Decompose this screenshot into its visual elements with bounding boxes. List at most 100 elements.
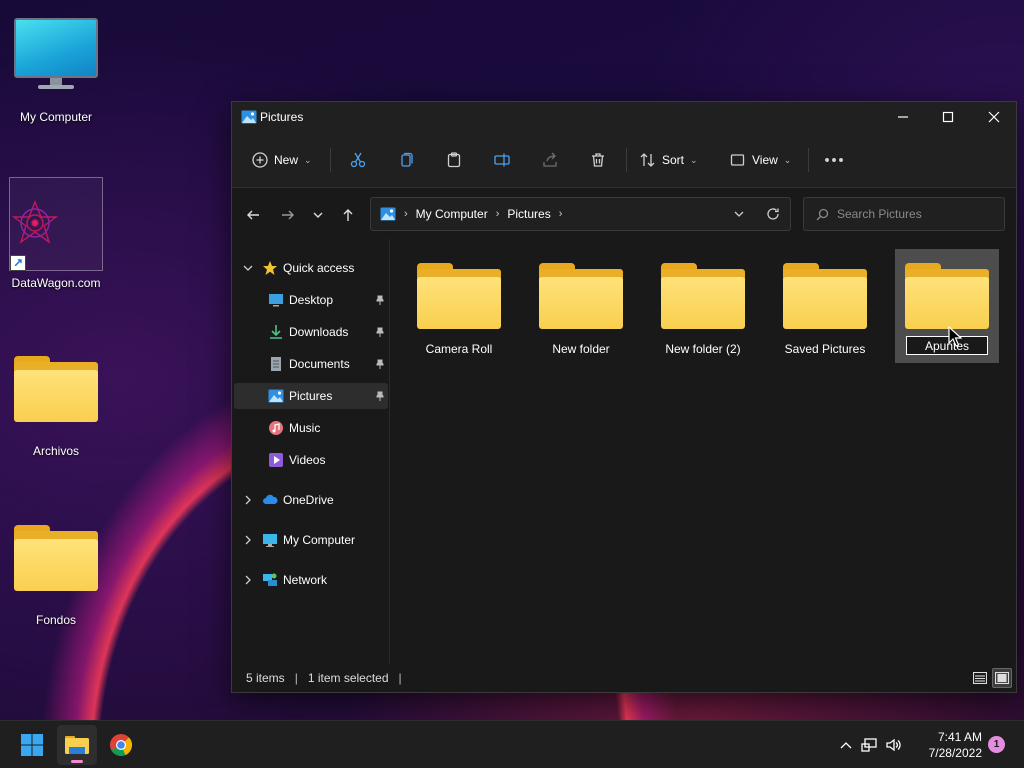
close-button[interactable] bbox=[971, 102, 1017, 132]
nav-network[interactable]: Network bbox=[234, 567, 388, 593]
download-icon bbox=[270, 325, 282, 339]
command-bar: New ⌄ Sort ⌄ View ⌄ bbox=[232, 132, 1016, 188]
forward-button[interactable] bbox=[276, 203, 300, 227]
nav-item-videos[interactable]: Videos bbox=[234, 447, 388, 473]
desktop-icon-my-computer[interactable]: My Computer bbox=[8, 18, 104, 124]
shortcut-arrow-icon: ↗ bbox=[10, 255, 26, 271]
divider bbox=[626, 148, 627, 172]
clipboard-icon bbox=[447, 152, 461, 168]
back-button[interactable] bbox=[241, 203, 265, 227]
search-box[interactable] bbox=[803, 197, 1005, 231]
large-icons-view-icon bbox=[995, 672, 1009, 684]
network-icon bbox=[263, 573, 277, 586]
status-divider: | bbox=[398, 671, 402, 685]
folder-item-selected[interactable] bbox=[895, 249, 999, 363]
view-toggle bbox=[970, 668, 1012, 688]
large-icons-view-button[interactable] bbox=[992, 668, 1012, 688]
nav-item-music[interactable]: Music bbox=[234, 415, 388, 441]
mouse-cursor-icon bbox=[948, 326, 962, 347]
monitor-icon bbox=[263, 534, 277, 547]
copy-button[interactable] bbox=[392, 144, 420, 176]
chevron-right-icon[interactable] bbox=[242, 534, 254, 546]
chevron-right-icon[interactable] bbox=[242, 574, 254, 586]
folder-item[interactable]: New folder bbox=[529, 249, 633, 363]
folder-name: New folder (2) bbox=[665, 342, 741, 356]
cut-button[interactable] bbox=[344, 144, 372, 176]
arrow-up-icon bbox=[343, 209, 353, 221]
delete-button[interactable] bbox=[584, 144, 612, 176]
pictures-icon bbox=[380, 207, 396, 221]
breadcrumb-my-computer[interactable]: My Computer bbox=[416, 207, 488, 221]
chevron-down-icon: ⌄ bbox=[783, 154, 792, 165]
video-icon bbox=[269, 453, 283, 467]
notification-badge[interactable]: 1 bbox=[988, 736, 1005, 753]
volume-icon bbox=[886, 738, 901, 752]
desktop-icon-fondos[interactable]: Fondos bbox=[8, 525, 104, 627]
up-button[interactable] bbox=[336, 203, 360, 227]
nav-label: Network bbox=[283, 573, 328, 587]
network-status-button[interactable] bbox=[856, 738, 882, 752]
more-options-button[interactable] bbox=[818, 144, 850, 176]
status-divider: | bbox=[294, 671, 298, 685]
folder-icon bbox=[417, 263, 501, 329]
network-wired-icon bbox=[861, 738, 877, 752]
nav-label: Quick access bbox=[283, 261, 355, 275]
file-explorer-taskbar-button[interactable] bbox=[57, 725, 97, 765]
nav-item-documents[interactable]: Documents bbox=[234, 351, 388, 377]
arrow-left-icon bbox=[247, 210, 259, 220]
nav-label: Pictures bbox=[289, 389, 333, 403]
breadcrumb-separator-icon[interactable]: › bbox=[496, 208, 500, 220]
recent-locations-button[interactable] bbox=[306, 203, 330, 227]
maximize-button[interactable] bbox=[925, 102, 971, 132]
address-bar[interactable]: › My Computer › Pictures › bbox=[370, 197, 791, 231]
refresh-button[interactable] bbox=[756, 198, 790, 230]
pin-icon[interactable] bbox=[374, 359, 384, 369]
chrome-taskbar-button[interactable] bbox=[101, 725, 141, 765]
folder-item[interactable]: Camera Roll bbox=[407, 249, 511, 363]
pin-icon[interactable] bbox=[374, 327, 384, 337]
nav-my-computer[interactable]: My Computer bbox=[234, 527, 388, 553]
details-view-button[interactable] bbox=[970, 668, 990, 688]
chevron-down-icon[interactable] bbox=[242, 262, 254, 274]
chevron-right-icon[interactable] bbox=[242, 494, 254, 506]
title-bar[interactable]: Pictures bbox=[232, 102, 1016, 132]
rename-button[interactable] bbox=[488, 144, 516, 176]
folder-item[interactable]: New folder (2) bbox=[651, 249, 755, 363]
folder-icon bbox=[14, 356, 98, 424]
clock[interactable]: 7:41 AM 7/28/2022 bbox=[912, 729, 982, 761]
start-button[interactable] bbox=[12, 725, 52, 765]
pin-icon[interactable] bbox=[374, 295, 384, 305]
paste-button[interactable] bbox=[440, 144, 468, 176]
status-bar: 5 items | 1 item selected | bbox=[232, 664, 1016, 692]
minimize-button[interactable] bbox=[880, 102, 926, 132]
nav-quick-access[interactable]: Quick access bbox=[234, 255, 388, 281]
new-button[interactable]: New ⌄ bbox=[246, 144, 318, 176]
breadcrumb-pictures[interactable]: Pictures bbox=[507, 207, 550, 221]
nav-onedrive[interactable]: OneDrive bbox=[234, 487, 388, 513]
datawagon-logo-icon bbox=[11, 200, 59, 244]
desktop-icon-label: Archivos bbox=[32, 444, 79, 458]
volume-button[interactable] bbox=[882, 738, 906, 752]
view-button[interactable]: View ⌄ bbox=[724, 144, 797, 176]
chevron-up-icon bbox=[840, 742, 852, 749]
new-label: New bbox=[274, 153, 299, 167]
copy-icon bbox=[401, 152, 413, 167]
nav-item-pictures[interactable]: Pictures bbox=[234, 383, 388, 409]
nav-item-downloads[interactable]: Downloads bbox=[234, 319, 388, 345]
pin-icon[interactable] bbox=[374, 391, 384, 401]
share-button[interactable] bbox=[536, 144, 564, 176]
show-hidden-icons-button[interactable] bbox=[836, 741, 856, 749]
minimize-icon bbox=[898, 116, 908, 118]
chrome-icon bbox=[110, 734, 132, 756]
cloud-icon bbox=[263, 494, 278, 504]
monitor-icon bbox=[14, 18, 98, 92]
folder-item[interactable]: Saved Pictures bbox=[773, 249, 877, 363]
rename-input[interactable] bbox=[906, 336, 988, 355]
search-input[interactable] bbox=[837, 207, 997, 221]
sort-button[interactable]: Sort ⌄ bbox=[634, 144, 704, 176]
breadcrumb-separator-icon[interactable]: › bbox=[559, 208, 563, 220]
desktop-icon-archivos[interactable]: Archivos bbox=[8, 356, 104, 458]
desktop-icon-label: My Computer bbox=[19, 110, 93, 124]
nav-item-desktop[interactable]: Desktop bbox=[234, 287, 388, 313]
address-history-button[interactable] bbox=[722, 198, 756, 230]
